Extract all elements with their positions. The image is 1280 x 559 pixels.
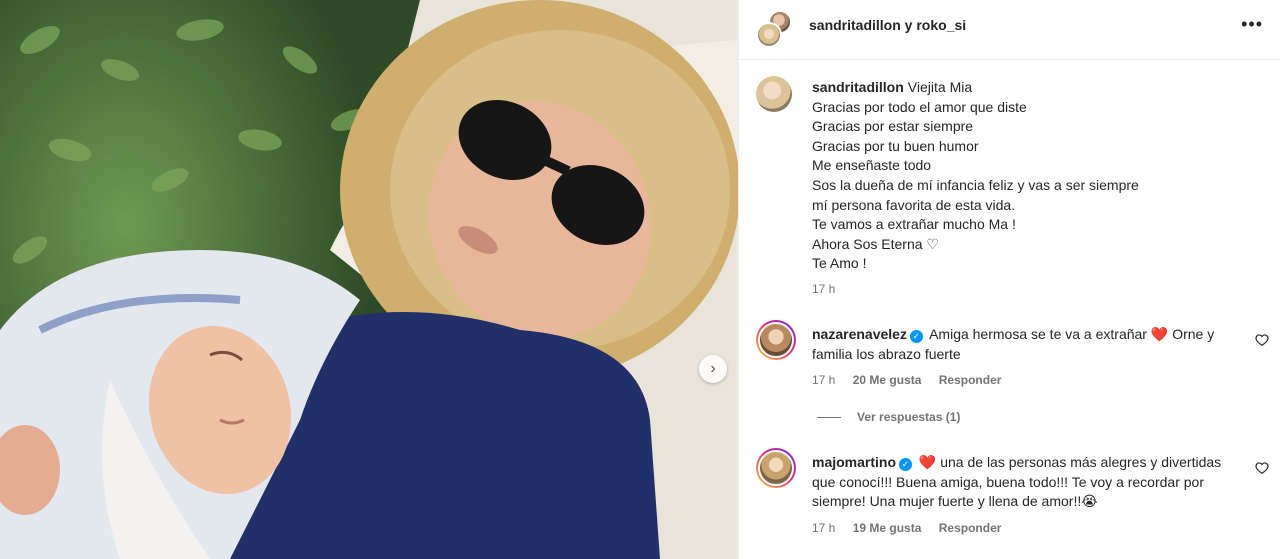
caption-line: Gracias por tu buen humor [812, 137, 979, 154]
caption-line: Te Amo ! [812, 255, 867, 272]
caption-line: Gracias por estar siempre [812, 118, 974, 135]
view-replies-label: Ver respuestas (1) [857, 410, 961, 424]
reply-button[interactable]: Responder [939, 521, 1002, 535]
caption-username[interactable]: sandritadillon [812, 79, 904, 95]
caption-author-avatar[interactable] [756, 76, 792, 112]
comment-text: nazarenavelez ✓ Amiga hermosa se te va a … [812, 325, 1232, 364]
more-horizontal-icon[interactable]: ••• [1241, 14, 1263, 35]
verified-badge-icon: ✓ [909, 330, 923, 343]
verified-badge-icon: ✓ [899, 458, 913, 471]
avatar[interactable] [756, 22, 782, 48]
post-author-names[interactable]: sandritadillon y roko_si [809, 17, 966, 33]
comment-text: majomartino ✓ ❤️ una de las personas más … [812, 453, 1232, 512]
commenter-username[interactable]: nazarenavelez [812, 326, 907, 342]
commenter-avatar[interactable] [756, 448, 796, 488]
comment-meta: 17 h 20 Me gusta Responder [812, 373, 1015, 387]
red-heart-emoji: ❤️ [918, 454, 937, 470]
caption-line: Sos la dueña de mí infancia feliz y vas … [812, 176, 1139, 193]
post-photo: › [0, 0, 738, 559]
commenter-username[interactable]: majomartino [812, 454, 896, 470]
collab-avatars[interactable] [756, 10, 796, 48]
red-heart-emoji: ❤️ [1150, 326, 1169, 342]
caption-line: Ahora Sos Eterna ♡ [812, 235, 939, 252]
post-caption: sandritadillon Viejita Mia Gracias por to… [812, 78, 1252, 274]
replies-divider [817, 417, 841, 419]
caption-line: Gracias por todo el amor que diste [812, 98, 1027, 115]
comment-timestamp[interactable]: 17 h [812, 373, 835, 387]
post-side-panel: sandritadillon y roko_si ••• sandritadil… [738, 0, 1280, 559]
comment-timestamp[interactable]: 17 h [812, 521, 835, 535]
caption-line: Te vamos a extrañar mucho Ma ! [812, 216, 1016, 233]
reply-button[interactable]: Responder [939, 373, 1002, 387]
commenter-avatar[interactable] [756, 320, 796, 360]
comment-likes[interactable]: 20 Me gusta [853, 373, 922, 387]
view-replies-button[interactable]: Ver respuestas (1) [817, 410, 960, 424]
like-heart-icon[interactable] [1255, 333, 1269, 347]
like-heart-icon[interactable] [1255, 461, 1269, 475]
caption-line: mí persona favorita de esta vida. [812, 196, 1016, 213]
comment-body: Amiga hermosa se te va a extrañar [929, 326, 1147, 342]
caption-line: Viejita Mia [907, 79, 973, 95]
next-photo-button[interactable]: › [699, 355, 727, 383]
post-header: sandritadillon y roko_si ••• [739, 0, 1280, 60]
caption-line: Me enseñaste todo [812, 157, 932, 174]
post-image [0, 0, 738, 559]
caption-timestamp[interactable]: 17 h [812, 282, 835, 296]
comment-likes[interactable]: 19 Me gusta [853, 521, 922, 535]
comment-meta: 17 h 19 Me gusta Responder [812, 521, 1015, 535]
